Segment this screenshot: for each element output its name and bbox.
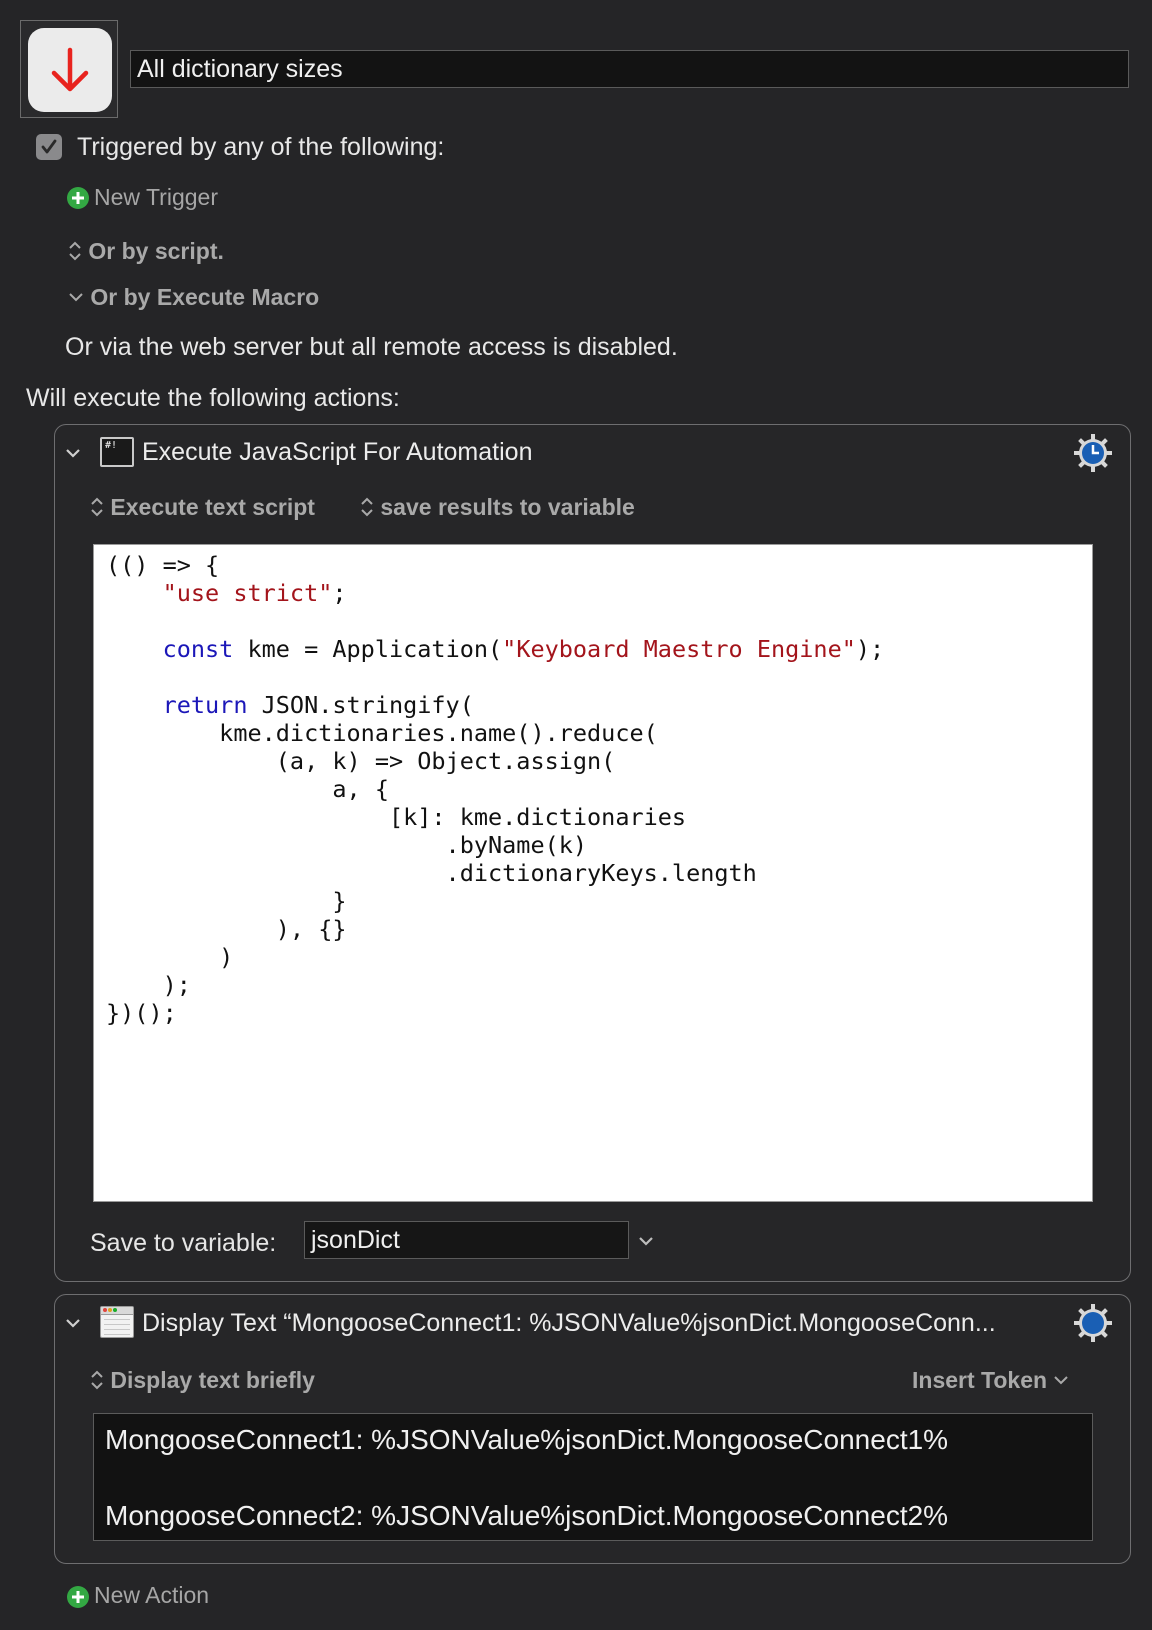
up-down-chevron-icon (90, 494, 110, 520)
collapse-chevron-icon[interactable] (64, 1316, 82, 1335)
macro-icon[interactable] (28, 28, 112, 112)
save-to-variable-label: Save to variable: (90, 1229, 277, 1257)
gear-icon[interactable] (1073, 1303, 1113, 1348)
save-to-variable-input[interactable]: jsonDict (304, 1221, 629, 1259)
up-down-chevron-icon (90, 1367, 110, 1393)
insert-token-label: Insert Token (912, 1367, 1048, 1393)
macro-name-field[interactable]: All dictionary sizes (130, 50, 1129, 88)
down-arrow-icon (51, 47, 89, 92)
jxa-action-title: Execute JavaScript For Automation (142, 438, 533, 466)
up-down-chevron-icon (68, 238, 88, 264)
display-text-field[interactable]: MongooseConnect1: %JSONValue%jsonDict.Mo… (93, 1413, 1093, 1541)
new-action-plus-icon[interactable] (67, 1586, 89, 1608)
or-by-execute-macro-toggle[interactable]: Or by Execute Macro (68, 284, 319, 311)
or-by-script-toggle[interactable]: Or by script. (68, 238, 224, 265)
chevron-down-icon (1053, 1367, 1069, 1393)
new-action-button[interactable]: New Action (94, 1582, 209, 1609)
checkmark-icon (41, 139, 57, 154)
display-mode-popup[interactable]: Display text briefly (90, 1367, 315, 1394)
or-by-execute-macro-label: Or by Execute Macro (90, 284, 320, 310)
insert-token-menu[interactable]: Insert Token (912, 1367, 1069, 1394)
execute-mode-popup[interactable]: Execute text script (90, 494, 315, 521)
new-trigger-button[interactable]: New Trigger (94, 184, 218, 211)
up-down-chevron-icon (360, 494, 380, 520)
terminal-icon: #! (100, 437, 134, 467)
or-by-script-label: Or by script. (88, 238, 224, 264)
window-icon (100, 1306, 134, 1338)
gear-clock-icon[interactable] (1073, 433, 1113, 478)
web-server-note: Or via the web server but all remote acc… (65, 333, 678, 361)
results-mode-label: save results to variable (380, 494, 635, 520)
display-text-line-3: MongooseConnect2: %JSONValue%jsonDict.Mo… (105, 1500, 949, 1531)
display-text-action-title: Display Text “MongooseConnect1: %JSONVal… (142, 1309, 996, 1337)
results-mode-popup[interactable]: save results to variable (360, 494, 635, 521)
script-editor[interactable]: (() => { "use strict"; const kme = Appli… (93, 544, 1093, 1202)
collapse-chevron-icon[interactable] (64, 446, 82, 465)
display-text-line-1: MongooseConnect1: %JSONValue%jsonDict.Mo… (105, 1424, 949, 1455)
display-mode-label: Display text briefly (110, 1367, 315, 1393)
variable-dropdown-chevron-icon[interactable] (637, 1234, 655, 1253)
display-text-line-2 (105, 1459, 1092, 1497)
new-trigger-plus-icon[interactable] (67, 187, 89, 209)
script-code[interactable]: (() => { "use strict"; const kme = Appli… (94, 545, 1092, 1027)
actions-heading: Will execute the following actions: (26, 384, 400, 412)
triggers-heading: Triggered by any of the following: (77, 133, 445, 161)
triggers-checkbox[interactable] (36, 134, 62, 160)
chevron-down-icon (68, 284, 90, 310)
execute-mode-label: Execute text script (110, 494, 315, 520)
